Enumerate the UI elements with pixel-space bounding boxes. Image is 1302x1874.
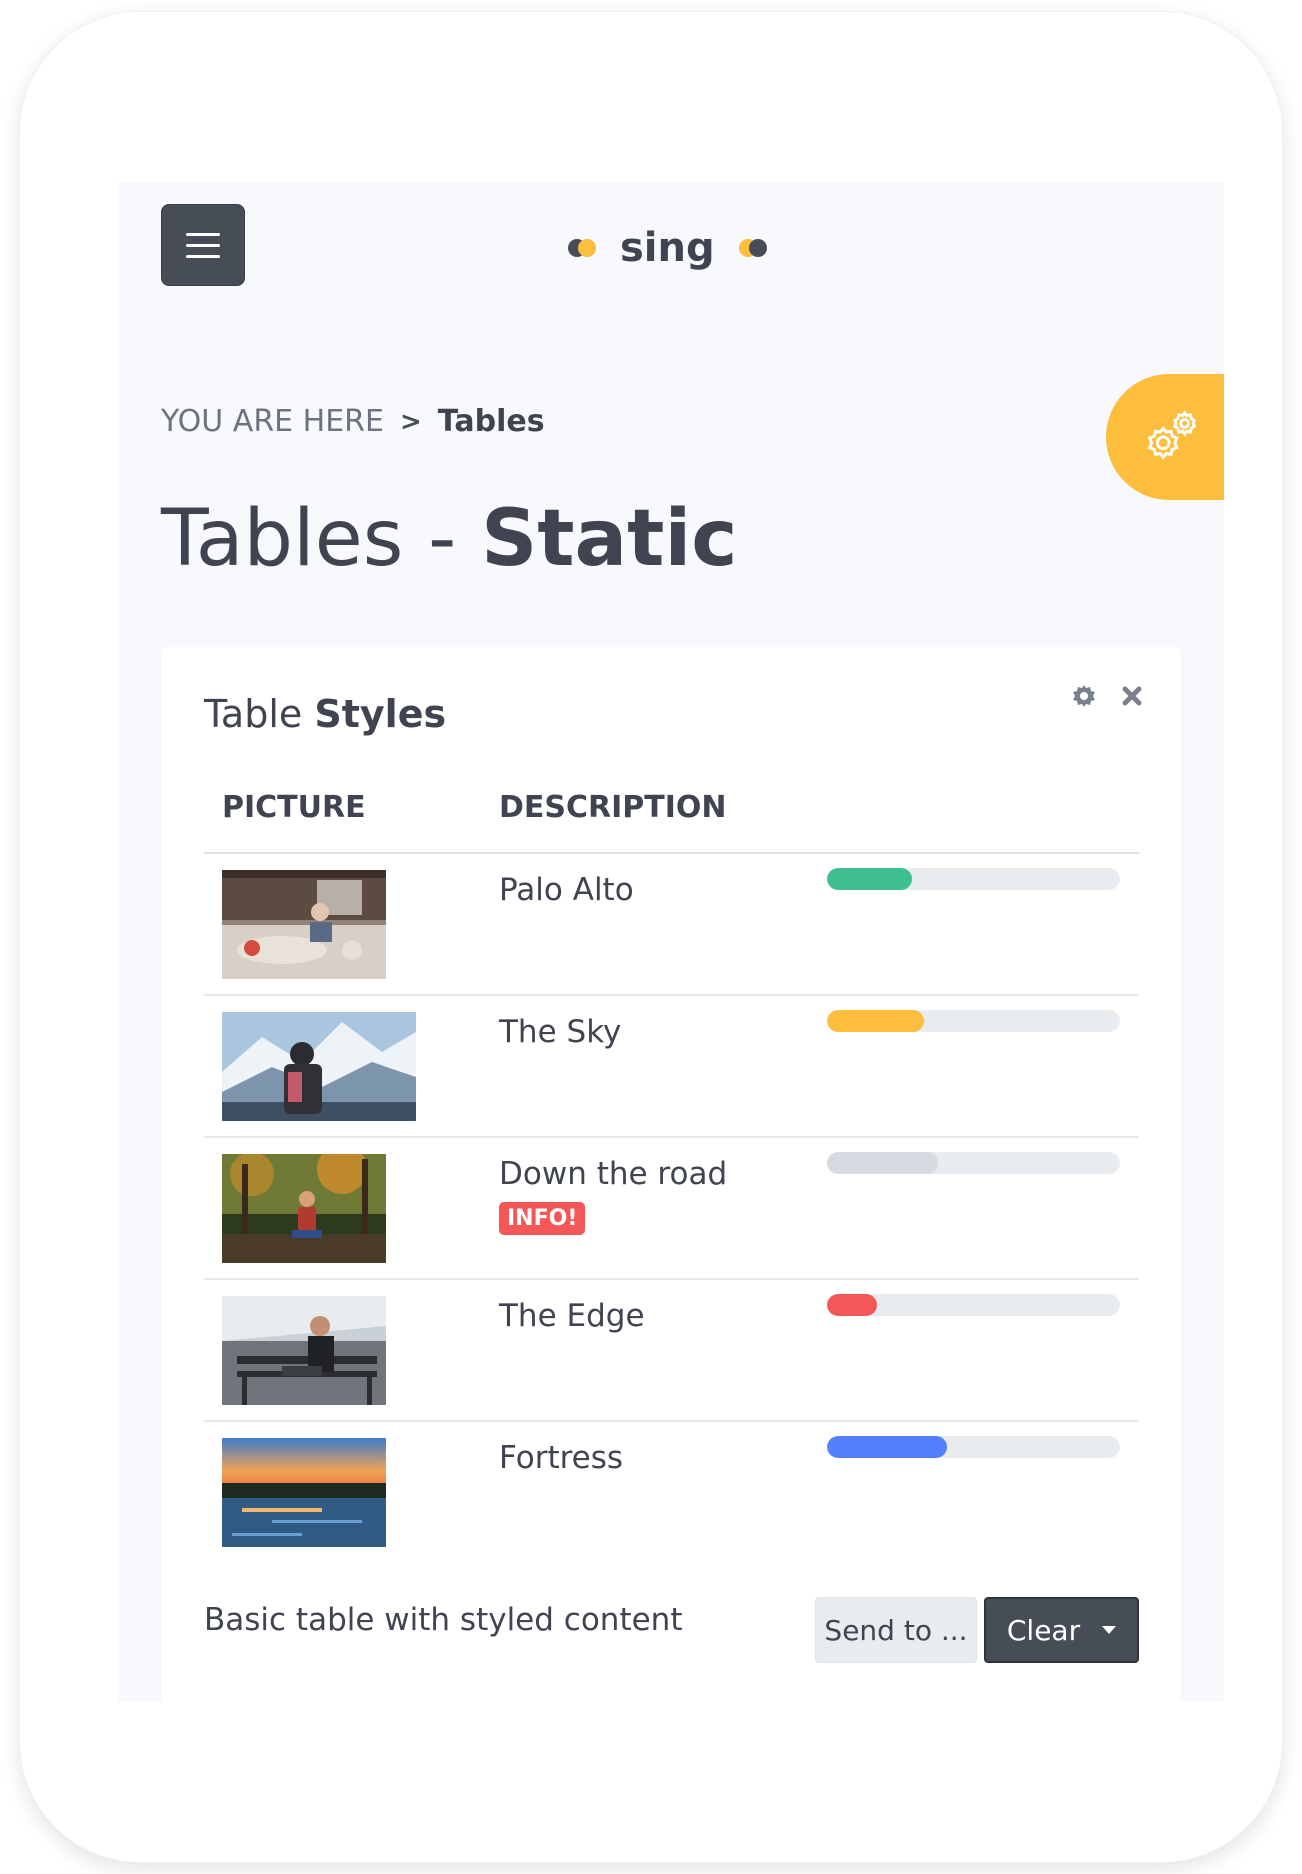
info-badge: INFO! — [499, 1202, 586, 1235]
table-row: Fortress — [204, 1422, 1139, 1564]
column-header-description: DESCRIPTION — [499, 790, 727, 825]
row-progress-bar — [827, 1010, 1120, 1032]
menu-button[interactable] — [161, 204, 245, 286]
hamburger-icon-line — [186, 254, 220, 258]
forest-photo-image — [222, 1154, 386, 1263]
card-title-light: Table — [204, 692, 315, 736]
hamburger-icon-line — [186, 243, 220, 247]
logo-text: sing — [620, 225, 715, 271]
table-row: The Sky — [204, 996, 1139, 1138]
page-title-bold: Static — [481, 494, 738, 584]
row-progress-bar — [827, 868, 1120, 890]
breadcrumb-current[interactable]: Tables — [438, 404, 545, 439]
table-header: PICTURE DESCRIPTION — [204, 790, 1139, 854]
card-title: Table Styles — [204, 692, 446, 736]
caret-down-icon — [1102, 1626, 1117, 1634]
row-description-text: Palo Alto — [499, 872, 634, 908]
table-row: Palo Alto — [204, 854, 1139, 996]
row-progress-fill — [827, 1294, 877, 1316]
card-tools — [1071, 683, 1143, 709]
hamburger-icon-line — [186, 232, 220, 236]
logo-dot-left-icon — [568, 239, 596, 257]
card-title-bold: Styles — [314, 692, 447, 736]
row-thumbnail — [222, 870, 386, 979]
row-description: The Sky — [499, 1014, 621, 1050]
row-progress-bar — [827, 1294, 1120, 1316]
breadcrumb-separator: > — [399, 406, 422, 437]
app-screen: sing YOU ARE HERE > Tables Tables - Stat… — [118, 182, 1224, 1702]
row-progress-fill — [827, 868, 912, 890]
row-progress-fill — [827, 1152, 939, 1174]
mountain-hiker-photo-image — [222, 1012, 416, 1121]
row-thumbnail — [222, 1154, 386, 1263]
table-body: Palo Alto The Sky Down the road INFO! Th… — [204, 854, 1139, 1564]
logo-dot-right-icon — [738, 239, 767, 257]
table-footer-text: Basic table with styled content — [204, 1602, 683, 1638]
river-sunset-photo-image — [222, 1438, 386, 1547]
row-description-text: Fortress — [499, 1440, 624, 1476]
row-description: The Edge — [499, 1298, 645, 1334]
table-row: Down the road INFO! — [204, 1138, 1139, 1280]
row-progress-fill — [827, 1010, 924, 1032]
send-to-button[interactable]: Send to ... — [815, 1597, 977, 1663]
row-description: Fortress — [499, 1440, 623, 1476]
row-thumbnail — [222, 1296, 386, 1405]
clear-dropdown-button[interactable]: Clear — [984, 1597, 1139, 1663]
row-description-text: The Edge — [499, 1298, 645, 1334]
row-description-text: The Sky — [499, 1014, 622, 1050]
row-progress-bar — [827, 1436, 1120, 1458]
gear-icon[interactable] — [1071, 683, 1097, 709]
breadcrumb: YOU ARE HERE > Tables — [161, 404, 545, 439]
row-description: Palo Alto — [499, 872, 634, 908]
bedroom-photo-image — [222, 870, 386, 979]
breadcrumb-prefix: YOU ARE HERE — [161, 404, 384, 439]
page-title-main: Tables - — [161, 494, 482, 584]
device-frame: sing YOU ARE HERE > Tables Tables - Stat… — [20, 12, 1282, 1862]
bench-man-photo-image — [222, 1296, 386, 1405]
clear-button-label: Clear — [1006, 1613, 1081, 1647]
close-icon[interactable] — [1121, 685, 1143, 707]
row-thumbnail — [222, 1012, 416, 1121]
table-row: The Edge — [204, 1280, 1139, 1422]
send-to-button-label: Send to ... — [824, 1613, 968, 1647]
settings-fab-button[interactable] — [1106, 374, 1224, 500]
row-description: Down the road INFO! — [499, 1156, 727, 1235]
table-card: Table Styles PICTURE DESCRIPTION Palo Al… — [161, 647, 1181, 1702]
column-header-picture: PICTURE — [222, 790, 366, 825]
page-title: Tables - Static — [161, 494, 737, 584]
row-progress-fill — [827, 1436, 948, 1458]
app-logo[interactable]: sing — [568, 224, 767, 272]
row-description-text: Down the road — [499, 1156, 728, 1192]
row-progress-bar — [827, 1152, 1120, 1174]
gears-icon — [1147, 410, 1196, 460]
row-thumbnail — [222, 1438, 386, 1547]
